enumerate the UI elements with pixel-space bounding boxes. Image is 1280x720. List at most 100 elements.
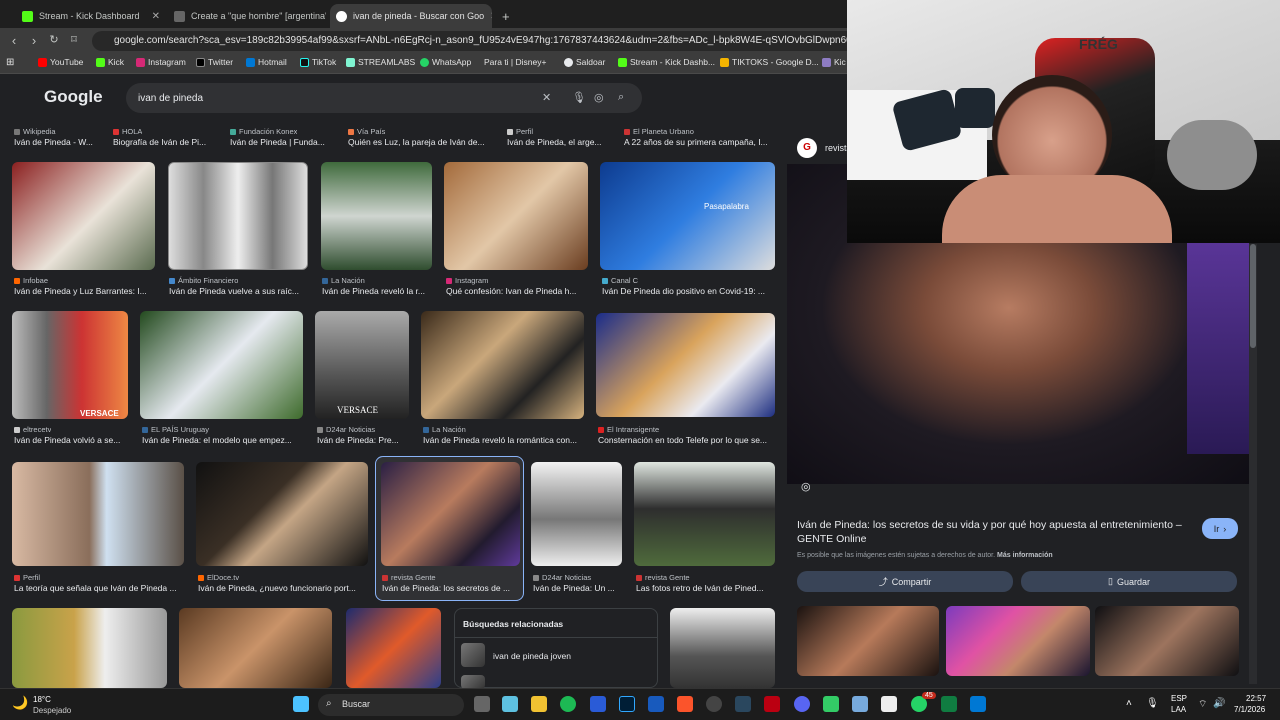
result-image[interactable]: [670, 608, 775, 688]
weather-desc[interactable]: Despejado: [33, 706, 71, 715]
bookmark-tiktoks-doc[interactable]: TIKTOKS - Google D...: [720, 57, 819, 67]
more-info-link[interactable]: Más información: [997, 552, 1053, 559]
close-icon[interactable]: ✕: [152, 11, 160, 22]
bookmark-stream-kick[interactable]: Stream - Kick Dashb...: [618, 57, 715, 67]
result-title[interactable]: Iván de Pineda: los secretos de ...: [382, 583, 518, 593]
result-title[interactable]: Iván de Pineda: Pre...: [317, 435, 409, 445]
microphone-icon[interactable]: 🎙: [572, 91, 586, 104]
bookmark-hotmail[interactable]: Hotmail: [246, 57, 287, 67]
result-image[interactable]: VERSACE: [315, 311, 409, 419]
google-logo[interactable]: Google: [44, 87, 103, 107]
wifi-icon[interactable]: ⌔: [1198, 698, 1207, 711]
task-view-icon[interactable]: [474, 696, 490, 712]
result-title[interactable]: Iván de Pineda y Luz Barrantes: I...: [14, 286, 154, 296]
result-image[interactable]: [140, 311, 303, 419]
save-button[interactable]: ▯ Guardar: [1021, 571, 1237, 592]
result-image[interactable]: [531, 462, 622, 566]
obs-icon[interactable]: [706, 696, 722, 712]
result-image[interactable]: Pasapalabra: [600, 162, 775, 270]
panel-scrollbar[interactable]: [1249, 244, 1257, 684]
result-title[interactable]: La teoría que señala que Iván de Pineda …: [14, 583, 184, 593]
tab-create[interactable]: Create a "que hombre" [argentina's v: [168, 4, 326, 28]
result-title[interactable]: Biografía de Iván de Pi...: [113, 137, 211, 147]
share-button[interactable]: ⤴ Compartir: [797, 571, 1013, 592]
search-icon[interactable]: ⌕: [618, 91, 624, 104]
brave-icon[interactable]: [677, 696, 693, 712]
file-explorer-icon[interactable]: [531, 696, 547, 712]
bookmark-disney[interactable]: Para ti | Disney+: [484, 57, 546, 67]
weather-moon-icon[interactable]: 🌙: [12, 695, 28, 711]
result-image[interactable]: [381, 462, 520, 566]
result-image[interactable]: [596, 313, 775, 417]
related-image[interactable]: [946, 606, 1090, 676]
bookmark-instagram[interactable]: Instagram: [136, 57, 186, 67]
tab-kick-dashboard[interactable]: Stream - Kick Dashboard ✕: [16, 4, 166, 28]
lang-secondary[interactable]: LAA: [1171, 705, 1186, 714]
result-title[interactable]: Iván de Pineda | Funda...: [230, 137, 330, 147]
bookmark-whatsapp[interactable]: WhatsApp: [420, 57, 471, 67]
bookmark-streamlabs[interactable]: STREAMLABS: [346, 57, 415, 67]
bookmark-icon[interactable]: ⌑: [66, 33, 82, 46]
result-image[interactable]: [179, 608, 332, 688]
result-image[interactable]: [196, 462, 368, 566]
related-image[interactable]: [1095, 606, 1239, 676]
bookmark-saldoar[interactable]: Saldoar: [564, 57, 605, 67]
result-title[interactable]: A 22 años de su primera campaña, I...: [624, 137, 774, 147]
result-title[interactable]: Iván De Pineda dio positivo en Covid-19:…: [602, 286, 774, 296]
result-title[interactable]: Iván de Pineda: Un ...: [533, 583, 623, 593]
result-image[interactable]: [421, 311, 584, 419]
result-image[interactable]: [346, 608, 441, 688]
app-icon[interactable]: [764, 696, 780, 712]
scrollbar-thumb[interactable]: [1250, 244, 1256, 348]
visit-button[interactable]: Ir ›: [1202, 518, 1238, 539]
result-title[interactable]: Las fotos retro de Iván de Pined...: [636, 583, 774, 593]
result-image[interactable]: [321, 162, 432, 270]
result-title[interactable]: Iván de Pineda: el modelo que empez...: [142, 435, 302, 445]
result-title[interactable]: Iván de Pineda reveló la romántica con..…: [423, 435, 583, 445]
related-search-item[interactable]: ivan de pineda joven: [493, 651, 571, 661]
result-image[interactable]: [168, 162, 308, 270]
result-title[interactable]: Iván de Pineda - W...: [14, 137, 104, 147]
close-icon[interactable]: ✕: [490, 11, 492, 22]
result-title[interactable]: Consternación en todo Telefe por lo que …: [598, 435, 774, 445]
bookmark-kick[interactable]: Kick: [96, 57, 124, 67]
bookmark-kick-2[interactable]: Kic: [822, 57, 846, 67]
bookmark-twitter[interactable]: Twitter: [196, 57, 233, 67]
discord-icon[interactable]: [794, 696, 810, 712]
bookmark-tiktok[interactable]: TikTok: [300, 57, 336, 67]
result-title[interactable]: Iván de Pineda, el arge...: [507, 137, 605, 147]
result-title[interactable]: Qué confesión: Ivan de Pineda h...: [446, 286, 588, 296]
reload-icon[interactable]: ↻: [46, 33, 62, 46]
weather-temp[interactable]: 18°C: [33, 695, 51, 704]
lens-icon[interactable]: ◎: [594, 91, 604, 104]
photoshop-icon[interactable]: [619, 696, 635, 712]
forward-icon[interactable]: ›: [26, 33, 42, 48]
todo-icon[interactable]: [970, 696, 986, 712]
result-image[interactable]: [12, 162, 155, 270]
apps-icon[interactable]: ⊞: [6, 57, 14, 68]
chevron-up-icon[interactable]: ˄: [1126, 698, 1132, 709]
word-icon[interactable]: [648, 696, 664, 712]
result-title[interactable]: Iván de Pineda, ¿nuevo funcionario port.…: [198, 583, 368, 593]
bookmark-youtube[interactable]: YouTube: [38, 57, 83, 67]
lang-primary[interactable]: ESP: [1171, 694, 1187, 703]
result-image[interactable]: [634, 462, 775, 566]
tab-google-search[interactable]: ivan de pineda - Buscar con Goo ✕: [330, 4, 492, 28]
result-title[interactable]: Iván de Pineda vuelve a sus raíc...: [169, 286, 307, 296]
result-title[interactable]: Iván de Pineda volvió a se...: [14, 435, 130, 445]
search-input[interactable]: ivan de pineda ✕ 🎙 ◎ ⌕: [126, 83, 642, 113]
result-image[interactable]: [444, 162, 588, 270]
spotify-icon[interactable]: [560, 696, 576, 712]
result-title[interactable]: Quién es Luz, la pareja de Iván de...: [348, 137, 488, 147]
lens-icon[interactable]: ◎: [801, 480, 811, 493]
result-title[interactable]: Iván de Pineda reveló la r...: [322, 286, 432, 296]
result-image[interactable]: [12, 462, 184, 566]
clock-time[interactable]: 22:57: [1246, 694, 1266, 703]
result-image[interactable]: VERSACE: [12, 311, 128, 419]
widgets-icon[interactable]: [502, 696, 518, 712]
clock-date[interactable]: 7/1/2026: [1234, 705, 1265, 714]
microphone-icon[interactable]: 🎙: [1146, 698, 1159, 709]
excel-icon[interactable]: [941, 696, 957, 712]
app-icon[interactable]: [823, 696, 839, 712]
steam-icon[interactable]: [735, 696, 751, 712]
